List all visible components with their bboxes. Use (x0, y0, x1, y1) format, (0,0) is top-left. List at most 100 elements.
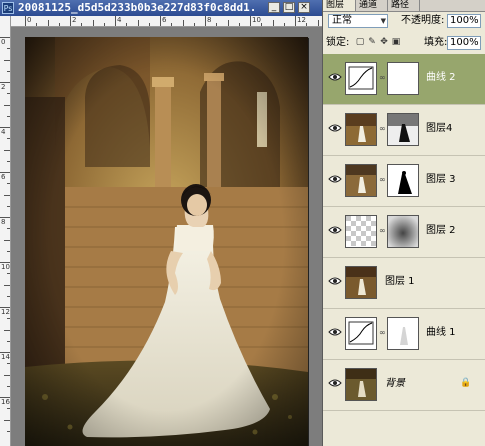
layer-name[interactable]: 曲线 2 (426, 71, 456, 84)
layer-name[interactable]: 曲线 1 (426, 326, 456, 339)
ruler-tick (70, 16, 71, 26)
layer-name[interactable]: 图层 3 (426, 173, 456, 186)
ruler-subtick (4, 284, 10, 286)
ruler-subtick (126, 23, 128, 26)
ruler-tick (250, 16, 251, 26)
eye-visibility-icon[interactable] (328, 327, 342, 337)
layer-row-layer-4[interactable]: ∞ 图层4 (323, 105, 485, 156)
document-window: Ps 20081125_d5d5d233b0b3e227d83f0c8dd1..… (0, 0, 322, 446)
layer-row-curves-2[interactable]: ∞ 曲线 2 (323, 54, 485, 105)
ruler-subtick (7, 70, 10, 72)
ruler-subtick (4, 374, 10, 376)
eye-visibility-icon[interactable] (328, 72, 342, 82)
layer-mask-thumbnail[interactable] (387, 62, 419, 95)
tab-layers[interactable]: 图层 (323, 0, 356, 11)
document-titlebar[interactable]: Ps 20081125_d5d5d233b0b3e227d83f0c8dd1..… (0, 0, 322, 16)
lock-transparent-icon[interactable]: ▢ (355, 37, 365, 48)
vertical-ruler[interactable]: 0 2 4 6 8 10 12 14 16 (0, 16, 11, 446)
ruler-subtick (238, 23, 240, 26)
canvas-area[interactable] (11, 27, 322, 446)
layer-row-layer-3[interactable]: ∞ 图层 3 (323, 156, 485, 207)
ruler-number: 4 (117, 16, 122, 24)
ruler-subtick (7, 385, 10, 387)
curves-adjustment-icon (345, 317, 377, 350)
ruler-subtick (137, 20, 139, 26)
opacity-label: 不透明度: (401, 15, 445, 26)
layer-row-layer-2[interactable]: ∞ 图层 2 (323, 207, 485, 258)
ruler-number: 12 (1, 308, 10, 316)
horizontal-ruler[interactable]: 0 2 4 6 8 10 12 (11, 16, 322, 27)
chain-link-icon[interactable]: ∞ (379, 226, 386, 235)
ruler-subtick (4, 104, 10, 106)
layer-thumbnail (345, 164, 377, 197)
layer-mask-thumbnail[interactable] (387, 215, 419, 248)
layer-row-layer-1[interactable]: 图层 1 (323, 258, 485, 309)
ruler-subtick (7, 160, 10, 162)
fill-label: 填充: (424, 37, 448, 48)
photoshop-app-icon: Ps (2, 2, 14, 14)
lock-brush-icon[interactable]: ✎ (367, 37, 377, 48)
layer-thumbnail (345, 113, 377, 146)
ruler-subtick (4, 59, 10, 61)
ruler-subtick (58, 23, 60, 26)
ruler-subtick (103, 23, 105, 26)
ruler-tick (25, 16, 26, 26)
ruler-subtick (4, 329, 10, 331)
ruler-subtick (7, 183, 10, 185)
ruler-subtick (7, 138, 10, 140)
chain-link-icon[interactable]: ∞ (379, 175, 386, 184)
ruler-subtick (283, 23, 285, 26)
ruler-number: 0 (27, 16, 32, 24)
eye-visibility-icon[interactable] (328, 378, 342, 388)
tab-paths[interactable]: 路径 (388, 0, 420, 11)
ruler-number: 14 (1, 353, 10, 361)
chain-link-icon[interactable]: ∞ (379, 124, 386, 133)
ruler-subtick (7, 48, 10, 50)
ruler-subtick (7, 93, 10, 95)
layer-name[interactable]: 图层4 (426, 122, 452, 135)
ruler-subtick (7, 205, 10, 207)
minimize-button[interactable]: _ (268, 2, 280, 13)
document-title: 20081125_d5d5d233b0b3e227d83f0c8dd1... (18, 1, 258, 14)
layer-row-background[interactable]: 背景 🔒 (323, 360, 485, 411)
ruler-number: 2 (1, 83, 6, 91)
ruler-subtick (216, 23, 218, 26)
ruler-subtick (7, 408, 10, 410)
close-button[interactable]: × (298, 2, 310, 13)
chevron-down-icon: ▼ (380, 17, 386, 25)
document-photo[interactable] (25, 37, 308, 446)
ruler-subtick (4, 194, 10, 196)
eye-visibility-icon[interactable] (328, 225, 342, 235)
eye-visibility-icon[interactable] (328, 174, 342, 184)
maximize-button[interactable]: □ (283, 2, 295, 13)
eye-visibility-icon[interactable] (328, 123, 342, 133)
layer-name[interactable]: 背景 (385, 377, 405, 390)
chain-link-icon[interactable]: ∞ (379, 328, 386, 337)
lock-move-icon[interactable]: ✥ (379, 37, 389, 48)
ruler-subtick (317, 20, 319, 26)
ruler-subtick (171, 23, 173, 26)
eye-visibility-icon[interactable] (328, 276, 342, 286)
opacity-input[interactable]: 100% (447, 14, 481, 28)
lock-all-icon[interactable]: ▣ (391, 37, 401, 48)
blend-mode-select[interactable]: 正常 ▼ (328, 14, 388, 28)
ruler-subtick (261, 23, 263, 26)
ruler-number: 0 (1, 38, 6, 46)
tab-channels[interactable]: 通道 (356, 0, 388, 11)
layer-mask-thumbnail[interactable] (387, 317, 419, 350)
layer-name[interactable]: 图层 2 (426, 224, 456, 237)
lock-icon: 🔒 (460, 378, 472, 388)
chain-link-icon[interactable]: ∞ (379, 73, 386, 82)
fill-input[interactable]: 100% (447, 36, 481, 50)
ruler-subtick (7, 318, 10, 320)
ruler-tick (295, 16, 296, 26)
layers-panel: 图层 通道 路径 正常 ▼ 不透明度: 100% 锁定: ▢ ✎ ✥ ▣ 填充:… (322, 0, 485, 446)
ruler-subtick (193, 23, 195, 26)
layer-row-curves-1[interactable]: ∞ 曲线 1 (323, 309, 485, 360)
layer-mask-thumbnail[interactable] (387, 164, 419, 197)
ruler-subtick (81, 23, 83, 26)
ruler-number: 8 (1, 218, 6, 226)
layer-name[interactable]: 图层 1 (385, 275, 415, 288)
layer-mask-thumbnail[interactable] (387, 113, 419, 146)
ruler-number: 4 (1, 128, 6, 136)
